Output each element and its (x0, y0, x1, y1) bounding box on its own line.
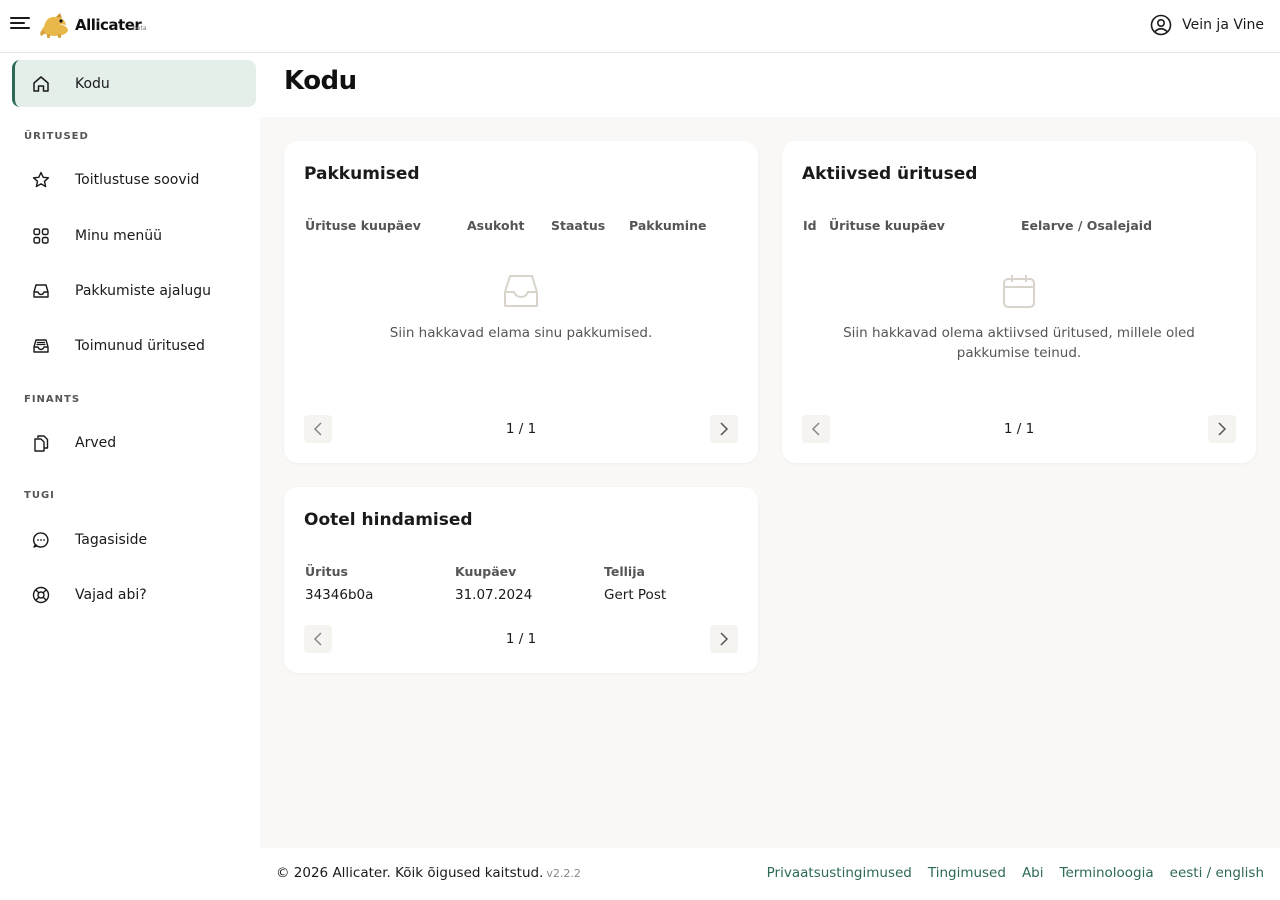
lifebuoy-icon (32, 586, 50, 604)
sidebar-item-invoices[interactable]: Arved (12, 419, 256, 466)
page-title: Kodu (284, 66, 357, 96)
column-header[interactable]: Kuupäev (455, 564, 516, 579)
sidebar-item-label: Toimunud üritused (75, 337, 205, 354)
section-label-events: ÜRITUSED (24, 131, 89, 142)
pagination-text: 1 / 1 (1003, 421, 1035, 437)
pagination-text: 1 / 1 (505, 631, 537, 647)
previous-page-button[interactable] (304, 415, 332, 443)
star-icon (32, 171, 50, 188)
chevron-right-icon (720, 422, 729, 436)
column-header[interactable]: Tellija (604, 564, 645, 579)
next-page-button[interactable] (710, 625, 738, 653)
sidebar-item-label: Kodu (75, 75, 110, 92)
sidebar-item-label: Pakkumiste ajalugu (75, 282, 211, 299)
table-cell-event: 34346b0a (305, 587, 374, 603)
sidebar: Kodu ÜRITUSED Toitlustuse soovid Minu me… (0, 53, 260, 848)
user-menu[interactable]: Vein ja Vine (1150, 14, 1264, 36)
sidebar-item-label: Arved (75, 434, 117, 451)
previous-page-button[interactable] (304, 625, 332, 653)
next-page-button[interactable] (1208, 415, 1236, 443)
app-name[interactable]: Allicater (75, 16, 142, 34)
footer-link-terminology[interactable]: Terminoloogia (1060, 865, 1154, 881)
column-header[interactable]: Pakkumine (629, 218, 706, 233)
version-label: v2.2.2 (546, 867, 581, 880)
column-header[interactable]: Asukoht (467, 218, 524, 233)
alligator-logo-icon (40, 13, 68, 38)
section-label-support: TUGI (24, 490, 55, 501)
footer-links: Privaatsustingimused Tingimused Abi Term… (767, 865, 1264, 881)
empty-state-line: pakkumise teinud. (956, 345, 1082, 361)
column-header[interactable]: Eelarve / Osalejaid (1021, 218, 1152, 233)
table-cell-date: 31.07.2024 (455, 587, 533, 603)
section-label-finance: FINANTS (24, 394, 81, 405)
active-events-card: Aktiivsed üritused Id Ürituse kuupäev Ee… (782, 141, 1256, 463)
sidebar-item-catering-requests[interactable]: Toitlustuse soovid (12, 156, 256, 203)
sidebar-item-past-events[interactable]: Toimunud üritused (12, 322, 256, 369)
sidebar-item-my-menu[interactable]: Minu menüü (12, 212, 256, 259)
top-bar: Allicater beta Vein ja Vine (0, 0, 1280, 53)
footer-link-help[interactable]: Abi (1022, 865, 1044, 881)
column-header[interactable]: Ürituse kuupäev (305, 218, 421, 233)
sidebar-item-feedback[interactable]: Tagasiside (12, 516, 256, 563)
card-title: Aktiivsed üritused (802, 164, 978, 184)
chevron-left-icon (811, 422, 820, 436)
pagination-text: 1 / 1 (505, 421, 537, 437)
offers-card: Pakkumised Ürituse kuupäev Asukoht Staat… (284, 141, 758, 463)
sidebar-item-help[interactable]: Vajad abi? (12, 571, 256, 618)
hamburger-menu-icon[interactable] (10, 15, 30, 31)
chat-bubble-icon (32, 532, 49, 548)
sidebar-item-home[interactable]: Kodu (12, 60, 256, 107)
card-title: Pakkumised (304, 164, 420, 184)
archive-inbox-icon (33, 339, 49, 353)
chevron-right-icon (1218, 422, 1227, 436)
chevron-left-icon (313, 632, 322, 646)
copyright-text: © 2026 Allicater. Kõik õigused kaitstud. (276, 865, 544, 881)
empty-calendar-icon (1003, 275, 1035, 308)
empty-state-text: Siin hakkavad elama sinu pakkumised. (389, 325, 653, 341)
copyright: © 2026 Allicater. Kõik õigused kaitstud.… (276, 865, 581, 881)
column-header[interactable]: Id (803, 218, 817, 233)
beta-badge: beta (133, 25, 147, 32)
column-header[interactable]: Ürituse kuupäev (829, 218, 945, 233)
table-cell-customer: Gert Post (604, 587, 667, 603)
empty-inbox-icon (504, 275, 538, 307)
user-circle-icon (1150, 14, 1172, 36)
user-name: Vein ja Vine (1182, 17, 1264, 33)
language-switcher[interactable]: eesti / english (1170, 865, 1264, 881)
sidebar-item-label: Minu menüü (75, 227, 163, 244)
footer: © 2026 Allicater. Kõik õigused kaitstud.… (0, 848, 1280, 900)
pending-reviews-card: Ootel hindamised Üritus Kuupäev Tellija … (284, 487, 758, 673)
sidebar-item-label: Toitlustuse soovid (75, 171, 200, 188)
footer-link-terms[interactable]: Tingimused (928, 865, 1006, 881)
previous-page-button[interactable] (802, 415, 830, 443)
inbox-icon (33, 284, 49, 298)
grid-icon (33, 228, 49, 244)
column-header[interactable]: Üritus (305, 564, 348, 579)
card-title: Ootel hindamised (304, 510, 473, 530)
next-page-button[interactable] (710, 415, 738, 443)
footer-link-privacy[interactable]: Privaatsustingimused (767, 865, 912, 881)
sidebar-item-label: Vajad abi? (75, 586, 147, 603)
sidebar-item-offer-history[interactable]: Pakkumiste ajalugu (12, 267, 256, 314)
home-icon (33, 76, 49, 92)
chevron-right-icon (720, 632, 729, 646)
empty-state-line: Siin hakkavad olema aktiivsed üritused, … (843, 325, 1195, 341)
empty-state-text: Siin hakkavad olema aktiivsed üritused, … (782, 323, 1256, 363)
sidebar-item-label: Tagasiside (75, 531, 148, 548)
chevron-left-icon (313, 422, 322, 436)
documents-icon (34, 435, 49, 452)
column-header[interactable]: Staatus (551, 218, 605, 233)
